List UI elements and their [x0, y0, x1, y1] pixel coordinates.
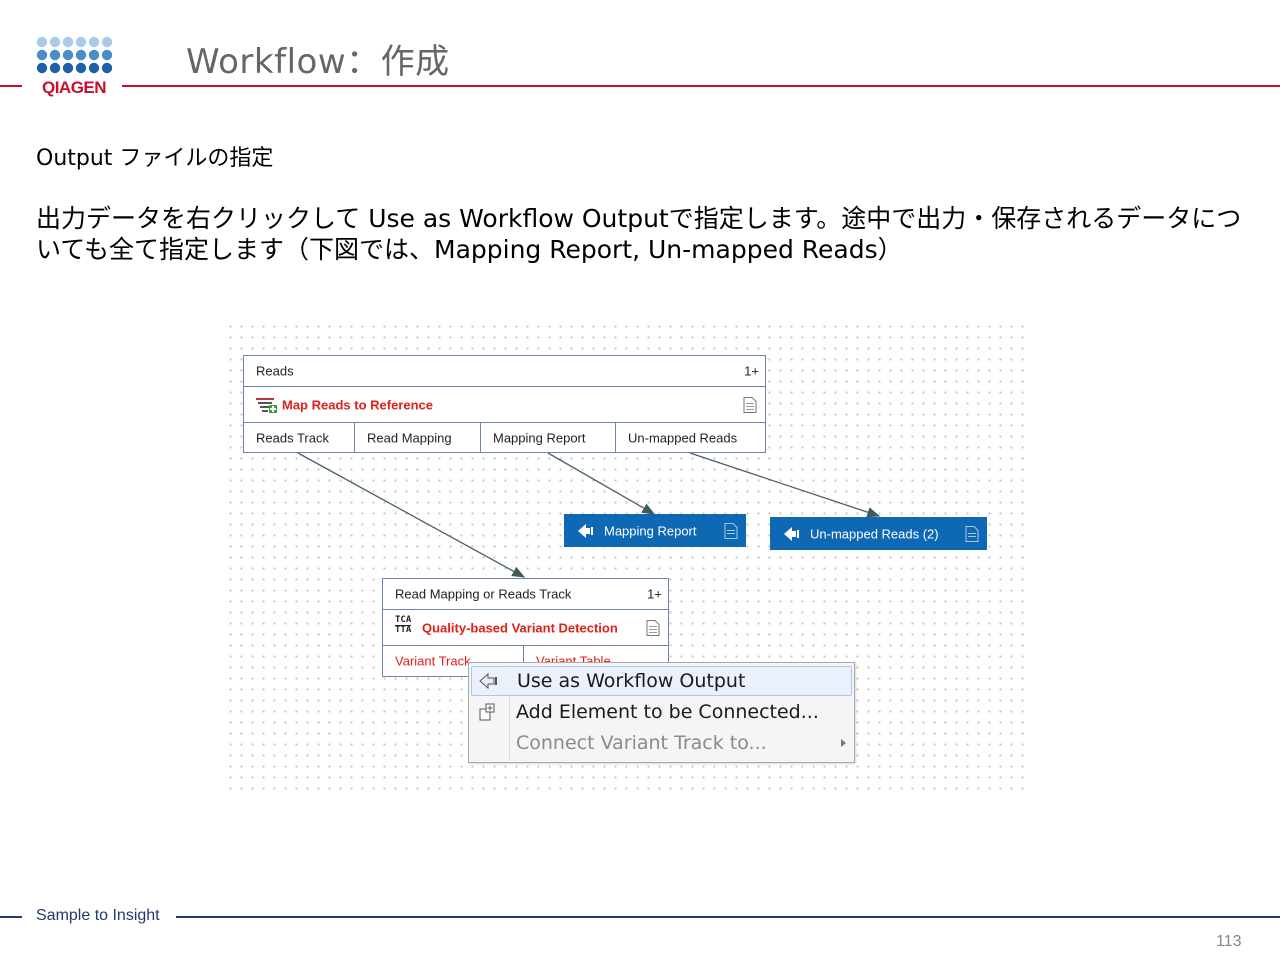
- input-label: Reads: [256, 363, 294, 379]
- menu-item-use-as-workflow-output[interactable]: Use as Workflow Output: [471, 666, 852, 696]
- menu-item-label: Connect Variant Track to...: [516, 732, 767, 754]
- description-text: 出力データを右クリックして Use as Workflow Outputで指定し…: [36, 204, 1242, 264]
- workflow-output-icon: [479, 672, 497, 690]
- section-subtitle: Output ファイルの指定: [36, 146, 274, 171]
- footer-tagline: Sample to Insight: [36, 907, 160, 924]
- footer-rule: [0, 916, 1280, 918]
- add-element-icon: [479, 703, 495, 721]
- output-port-reads-track[interactable]: Reads Track: [244, 423, 355, 452]
- connector-mapping-report: [547, 452, 656, 515]
- input-badge: 1+: [744, 363, 759, 379]
- input-label: Read Mapping or Reads Track: [395, 586, 572, 602]
- variant-tool-row[interactable]: TCA TTA Quality-based Variant Detection: [383, 610, 668, 646]
- map-reads-tool-icon: [256, 398, 277, 413]
- document-icon[interactable]: [724, 522, 738, 539]
- connector-unmapped-reads: [689, 452, 881, 518]
- menu-item-connect-variant-track[interactable]: Connect Variant Track to...: [471, 728, 852, 758]
- context-menu[interactable]: Use as Workflow Output Add Element to be…: [468, 662, 855, 763]
- workflow-output-unmapped-reads[interactable]: Un-mapped Reads (2): [770, 517, 987, 550]
- submenu-arrow-icon: [841, 739, 846, 747]
- output-port-read-mapping[interactable]: Read Mapping: [355, 423, 481, 452]
- map-reads-input-row[interactable]: Reads 1+: [244, 356, 765, 387]
- workflow-output-icon: [578, 523, 593, 538]
- input-badge: 1+: [647, 586, 662, 602]
- page-number: 113: [1216, 933, 1242, 950]
- workflow-output-mapping-report[interactable]: Mapping Report: [564, 514, 746, 547]
- map-reads-output-row: Reads Track Read Mapping Mapping Report …: [244, 423, 765, 452]
- variant-tool-icon: TCA TTA: [395, 615, 412, 635]
- logo-dots: [36, 36, 112, 74]
- workflow-output-icon: [784, 526, 799, 541]
- menu-item-label: Use as Workflow Output: [517, 670, 746, 692]
- page-title: Workflow：作成: [186, 42, 450, 82]
- output-label: Mapping Report: [604, 523, 697, 538]
- menu-item-add-element[interactable]: Add Element to be Connected...: [471, 697, 852, 727]
- map-reads-node[interactable]: Reads 1+ Map Reads to Reference Reads Tr…: [243, 355, 766, 453]
- map-reads-tool-row[interactable]: Map Reads to Reference: [244, 387, 765, 423]
- tool-name: Quality-based Variant Detection: [422, 620, 618, 635]
- document-icon[interactable]: [743, 396, 757, 413]
- header-rule: [0, 85, 1280, 87]
- output-label: Un-mapped Reads (2): [810, 526, 939, 541]
- document-icon[interactable]: [646, 619, 660, 636]
- variant-input-row[interactable]: Read Mapping or Reads Track 1+: [383, 579, 668, 610]
- output-port-unmapped-reads[interactable]: Un-mapped Reads: [616, 423, 765, 452]
- menu-item-label: Add Element to be Connected...: [516, 701, 819, 723]
- tool-name: Map Reads to Reference: [282, 397, 433, 412]
- qiagen-logo: QIAGEN: [36, 36, 112, 97]
- document-icon[interactable]: [965, 525, 979, 542]
- output-port-mapping-report[interactable]: Mapping Report: [481, 423, 616, 452]
- logo-text: QIAGEN: [42, 78, 106, 97]
- connector-reads-track: [297, 452, 526, 578]
